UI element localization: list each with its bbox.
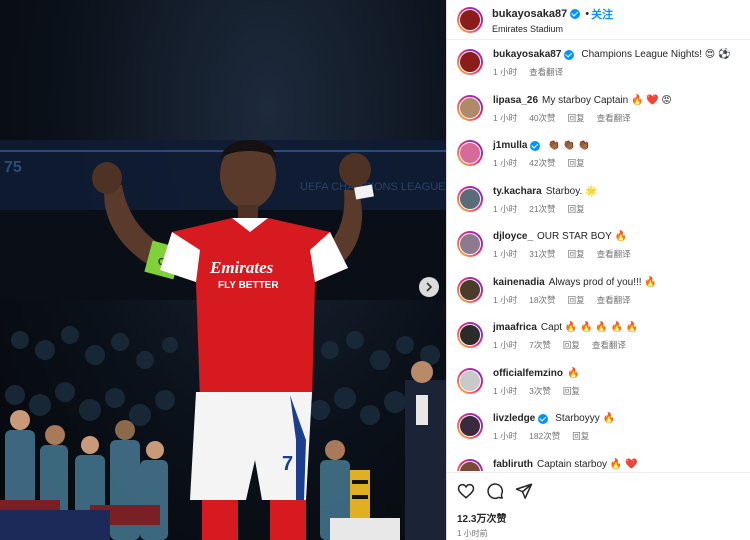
post-location[interactable]: Emirates Stadium bbox=[492, 24, 613, 34]
stand-board-text: 75 bbox=[4, 159, 22, 176]
post-actions: 12.3万次赞 1 小时前 bbox=[447, 472, 750, 539]
commenter-avatar[interactable] bbox=[457, 185, 483, 212]
see-translation-button[interactable]: 查看翻译 bbox=[592, 339, 626, 351]
separator-dot: • bbox=[585, 7, 590, 20]
reply-button[interactable]: 回复 bbox=[572, 430, 589, 442]
comment-text: Capt 🔥 🔥 🔥 🔥 🔥 bbox=[540, 322, 639, 333]
comment-time: 1 小时 bbox=[493, 158, 518, 168]
follow-button[interactable]: 关注 bbox=[591, 6, 613, 22]
commenter-avatar[interactable] bbox=[457, 49, 483, 75]
comment-like-count[interactable]: 18次赞 bbox=[529, 294, 555, 306]
verified-badge-icon bbox=[530, 140, 541, 151]
comment-text: Champions League Nights! 😍 ⚽ bbox=[581, 49, 731, 60]
verified-badge-icon bbox=[564, 49, 575, 60]
comment-username[interactable]: fabliruth bbox=[493, 458, 533, 471]
see-translation-button[interactable]: 查看翻译 bbox=[597, 248, 631, 260]
commenter-avatar[interactable] bbox=[457, 367, 483, 394]
instagram-post-window: 75 UEFA CHAMPIONS LEAGUE C 7 Emirates FL… bbox=[0, 0, 750, 540]
reply-button[interactable]: 回复 bbox=[568, 248, 585, 260]
comment-item: bukayosaka87 Champions League Nights! 😍 ⚽… bbox=[447, 41, 750, 87]
post-header: bukayosaka87 • 关注 Emirates Stadium bbox=[447, 0, 750, 40]
comment-like-count[interactable]: 182次赞 bbox=[529, 430, 560, 442]
comment-text: 🔥 bbox=[567, 367, 580, 379]
comment-text: Always prod of you!!! 🔥 bbox=[548, 276, 657, 288]
verified-badge-icon bbox=[538, 413, 549, 424]
author-username[interactable]: bukayosaka87 bbox=[492, 8, 567, 20]
comment-like-count[interactable]: 21次赞 bbox=[529, 203, 555, 215]
comment-like-count[interactable]: 3次赞 bbox=[529, 385, 551, 397]
verified-badge-icon bbox=[570, 8, 581, 19]
comment-username[interactable]: j1mulla bbox=[493, 139, 527, 152]
comment-text: My starboy Captain 🔥 ❤️ 😡 bbox=[542, 94, 672, 106]
comment-item: livzledge Starboyyy 🔥 1 小时 182次赞 回复 bbox=[447, 405, 750, 451]
like-heart-icon[interactable] bbox=[457, 482, 475, 500]
commenter-avatar[interactable] bbox=[457, 276, 483, 303]
photo-illustration: 75 UEFA CHAMPIONS LEAGUE C 7 Emirates FL… bbox=[0, 140, 446, 540]
comment-time: 1 小时 bbox=[493, 294, 518, 305]
comment-username[interactable]: lipasa_26 bbox=[493, 94, 538, 107]
reply-button[interactable]: 回复 bbox=[568, 294, 585, 306]
comment-username[interactable]: livzledge bbox=[493, 412, 535, 425]
comment-username[interactable]: djloyce_ bbox=[493, 230, 533, 243]
comment-username[interactable]: jmaafrica bbox=[493, 321, 537, 334]
commenter-avatar[interactable] bbox=[457, 231, 483, 257]
reply-button[interactable]: 回复 bbox=[563, 339, 580, 351]
comment-item: lipasa_26 My starboy Captain 🔥 ❤️ 😡 1 小时 40… bbox=[447, 87, 750, 133]
see-translation-button[interactable]: 查看翻译 bbox=[597, 294, 631, 306]
comment-username[interactable]: officialfemzino bbox=[493, 367, 563, 380]
share-send-icon[interactable] bbox=[515, 482, 533, 500]
comment-time: 1 小时 bbox=[493, 340, 518, 350]
see-translation-button[interactable]: 查看翻译 bbox=[597, 112, 631, 124]
commenter-avatar[interactable] bbox=[457, 94, 483, 121]
comment-like-count[interactable]: 40次赞 bbox=[529, 112, 555, 124]
comment-username[interactable]: bukayosaka87 bbox=[493, 48, 561, 61]
shirt-tagline-text: FLY BETTER bbox=[218, 280, 279, 291]
comment-item: kainenadia Always prod of you!!! 🔥 1 小时 18次… bbox=[447, 269, 750, 315]
reply-button[interactable]: 回复 bbox=[568, 157, 585, 169]
comment-time: 1 小时 bbox=[493, 112, 518, 123]
comment-item: djloyce_ OUR STAR BOY 🔥 1 小时 31次赞 回复 查看翻译 bbox=[447, 223, 750, 269]
comment-item: jmaafrica Capt 🔥 🔥 🔥 🔥 🔥 1 小时 7次赞 回复 查看翻译 bbox=[447, 314, 750, 360]
comment-like-count[interactable]: 31次赞 bbox=[529, 248, 555, 260]
commenter-avatar[interactable] bbox=[457, 458, 483, 471]
comment-text: Starboyyy 🔥 bbox=[555, 413, 615, 424]
next-photo-button[interactable] bbox=[419, 277, 439, 297]
reply-button[interactable]: 回复 bbox=[563, 385, 580, 397]
commenter-avatar[interactable] bbox=[457, 322, 483, 348]
comment-text: 👏🏾 👏🏾 👏🏾 bbox=[547, 140, 591, 151]
comment-time: 1 小时 bbox=[493, 67, 518, 77]
comment-time: 1 小时 bbox=[493, 203, 518, 214]
shirt-sponsor-text: Emirates bbox=[209, 258, 274, 277]
comment-time: 1 小时 bbox=[493, 249, 518, 259]
comment-item: ty.kachara Starboy. 🌟 1 小时 21次赞 回复 bbox=[447, 178, 750, 224]
comments-list[interactable]: bukayosaka87 Champions League Nights! 😍 ⚽… bbox=[447, 41, 750, 471]
comment-username[interactable]: ty.kachara bbox=[493, 185, 542, 198]
shorts-number: 7 bbox=[282, 453, 293, 475]
comment-text: OUR STAR BOY 🔥 bbox=[537, 231, 627, 242]
comment-text: Starboy. 🌟 bbox=[545, 185, 598, 197]
see-translation-button[interactable]: 查看翻译 bbox=[529, 66, 563, 78]
comment-item: officialfemzino 🔥 1 小时 3次赞 回复 bbox=[447, 360, 750, 406]
commenter-avatar[interactable] bbox=[457, 413, 483, 439]
reply-button[interactable]: 回复 bbox=[568, 112, 585, 124]
post-time: 1 小时前 bbox=[457, 529, 488, 538]
post-side-panel: bukayosaka87 • 关注 Emirates Stadium bukay… bbox=[446, 0, 750, 540]
comment-item: fabliruth Captain starboy 🔥 ❤️ bbox=[447, 451, 750, 471]
chevron-right-icon bbox=[426, 282, 433, 292]
comment-time: 1 小时 bbox=[493, 385, 518, 396]
comment-like-count[interactable]: 42次赞 bbox=[529, 157, 555, 169]
reply-button[interactable]: 回复 bbox=[568, 203, 585, 215]
like-count[interactable]: 12.3万次赞 bbox=[457, 510, 740, 525]
author-avatar[interactable] bbox=[457, 6, 483, 33]
comment-like-count[interactable]: 7次赞 bbox=[529, 339, 551, 351]
comment-username[interactable]: kainenadia bbox=[493, 276, 545, 289]
post-photo[interactable]: 75 UEFA CHAMPIONS LEAGUE C 7 Emirates FL… bbox=[0, 0, 446, 540]
comment-time: 1 小时 bbox=[493, 431, 518, 441]
comment-text: Captain starboy 🔥 ❤️ bbox=[537, 458, 638, 470]
comment-bubble-icon[interactable] bbox=[486, 482, 504, 500]
comment-item: j1mulla 👏🏾 👏🏾 👏🏾 1 小时 42次赞 回复 bbox=[447, 132, 750, 178]
commenter-avatar[interactable] bbox=[457, 140, 483, 166]
